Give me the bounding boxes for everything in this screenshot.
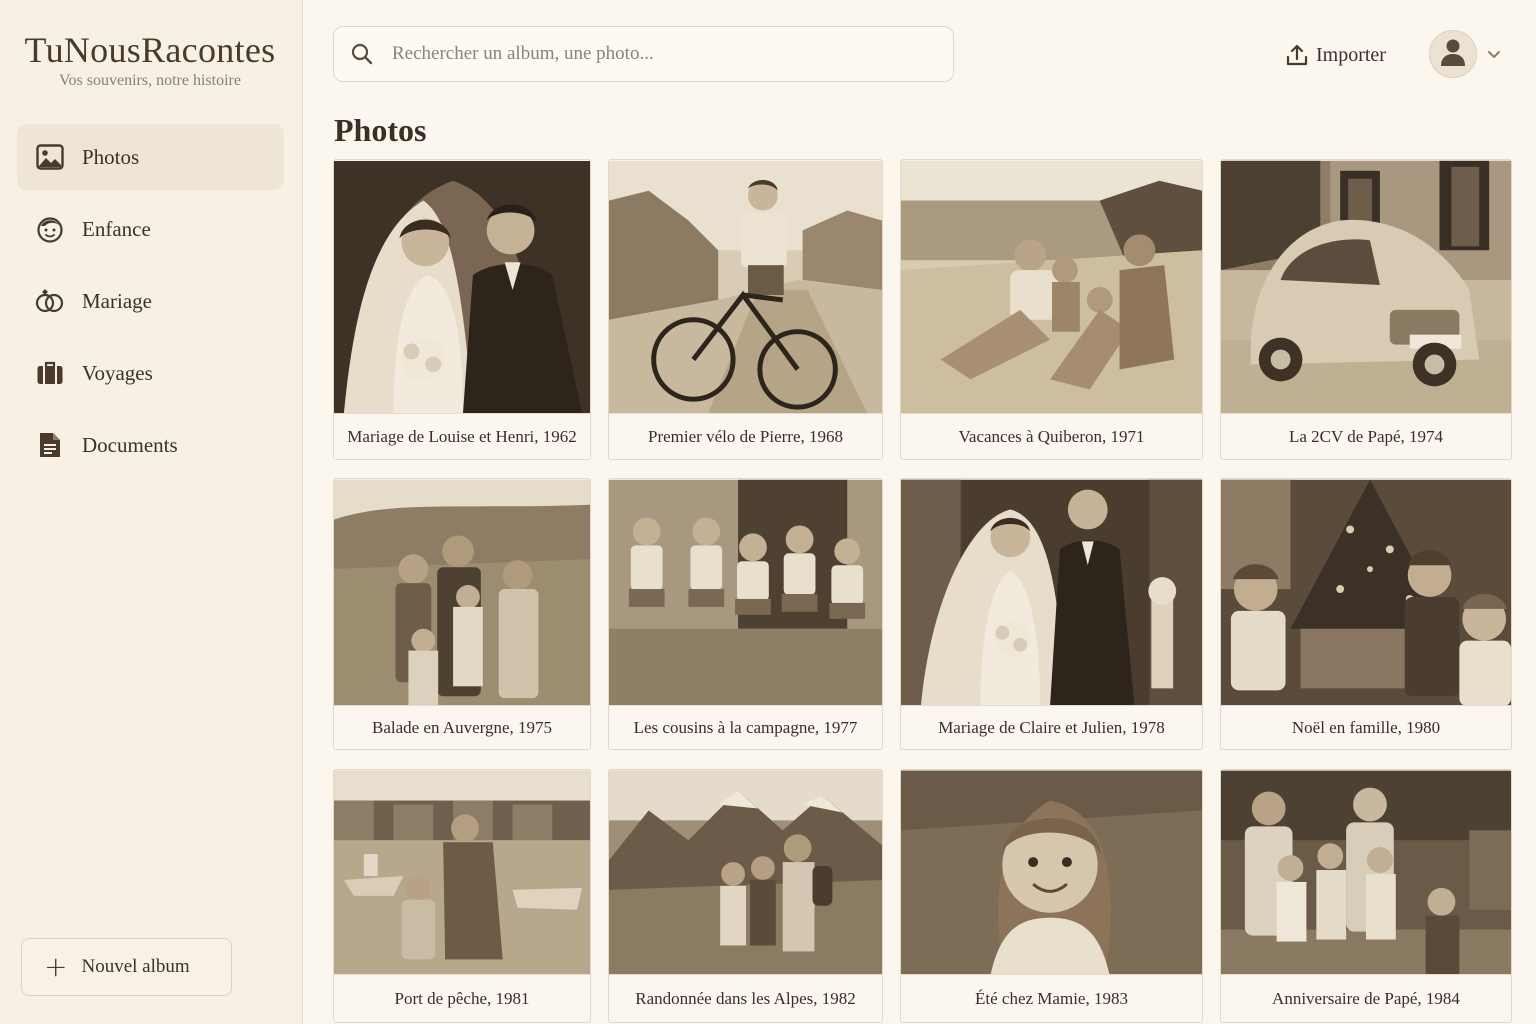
photo-thumbnail [1221,770,1511,976]
import-label: Importer [1316,43,1386,66]
new-album-label: Nouvel album [81,956,190,977]
photo-thumbnail [334,770,590,976]
photo-caption: Les cousins à la campagne, 1977 [609,705,882,749]
sidebar-item-label: Voyages [82,360,153,385]
photo-thumbnail [901,160,1202,414]
chevron-down-icon[interactable] [1486,46,1502,62]
suitcase-icon [35,358,65,388]
brand-subtitle: Vos souvenirs, notre histoire [59,72,241,89]
search-bar[interactable] [333,26,954,82]
photo-card[interactable]: Été chez Mamie, 1983 [900,769,1203,1023]
sidebar-item-enfance[interactable]: Enfance [17,196,284,262]
photo-caption: Balade en Auvergne, 1975 [334,705,590,749]
plus-icon: + [44,950,68,983]
photo-caption: Vacances à Quiberon, 1971 [901,413,1202,459]
photo-card[interactable]: Vacances à Quiberon, 1971 [900,159,1203,460]
photo-caption: Port de pêche, 1981 [334,974,590,1022]
child-face-icon [35,214,65,244]
photo-thumbnail [901,479,1202,707]
photo-thumbnail [901,770,1202,976]
photo-card[interactable]: Les cousins à la campagne, 1977 [608,478,883,750]
photo-thumbnail [609,770,882,976]
photo-card[interactable]: Balade en Auvergne, 1975 [333,478,591,750]
sidebar-item-documents[interactable]: Documents [17,412,284,478]
photo-caption: Noël en famille, 1980 [1221,705,1511,749]
photo-thumbnail [609,479,882,707]
photo-card[interactable]: Randonnée dans les Alpes, 1982 [608,769,883,1023]
import-button[interactable]: Importer [1284,38,1386,72]
new-album-button[interactable]: + Nouvel album [21,938,232,996]
sidebar-nav: Photos Enfance Mariage Voyages Documents [17,124,284,484]
photo-caption: Premier vélo de Pierre, 1968 [609,413,882,459]
photo-thumbnail [334,160,590,414]
sidebar-item-photos[interactable]: Photos [17,124,284,190]
brand-title: TuNousRacontes [24,30,276,70]
sidebar-item-voyages[interactable]: Voyages [17,340,284,406]
photo-card[interactable]: Anniversaire de Papé, 1984 [1220,769,1512,1023]
page-title: Photos [334,112,427,148]
photo-thumbnail [1221,479,1511,707]
image-icon [35,142,65,172]
search-input[interactable] [392,43,932,65]
user-icon [1439,37,1467,72]
photo-card[interactable]: Noël en famille, 1980 [1220,478,1512,750]
document-icon [35,430,65,460]
photo-card[interactable]: La 2CV de Papé, 1974 [1220,159,1512,460]
photo-thumbnail [1221,160,1511,414]
avatar[interactable] [1429,30,1477,78]
photo-caption: La 2CV de Papé, 1974 [1221,413,1511,459]
photo-card[interactable]: Mariage de Claire et Julien, 1978 [900,478,1203,750]
photo-caption: Randonnée dans les Alpes, 1982 [609,974,882,1022]
brand: TuNousRacontes Vos souvenirs, notre hist… [0,30,300,90]
photo-caption: Mariage de Louise et Henri, 1962 [334,413,590,459]
app-window: TuNousRacontes Vos souvenirs, notre hist… [0,0,1536,1024]
search-icon [350,42,374,66]
rings-icon [35,286,65,316]
photo-caption: Anniversaire de Papé, 1984 [1221,974,1511,1022]
sidebar: TuNousRacontes Vos souvenirs, notre hist… [0,0,303,1024]
sidebar-item-label: Enfance [82,216,151,241]
sidebar-item-label: Photos [82,144,140,169]
photo-card[interactable]: Premier vélo de Pierre, 1968 [608,159,883,460]
sidebar-item-label: Documents [82,432,178,457]
photo-thumbnail [609,160,882,414]
photo-card[interactable]: Port de pêche, 1981 [333,769,591,1023]
photo-thumbnail [334,479,590,707]
photo-caption: Été chez Mamie, 1983 [901,974,1202,1022]
sidebar-item-mariage[interactable]: Mariage [17,268,284,334]
photo-caption: Mariage de Claire et Julien, 1978 [901,705,1202,749]
upload-icon [1284,42,1310,68]
sidebar-item-label: Mariage [82,288,152,313]
photo-card[interactable]: Mariage de Louise et Henri, 1962 [333,159,591,460]
